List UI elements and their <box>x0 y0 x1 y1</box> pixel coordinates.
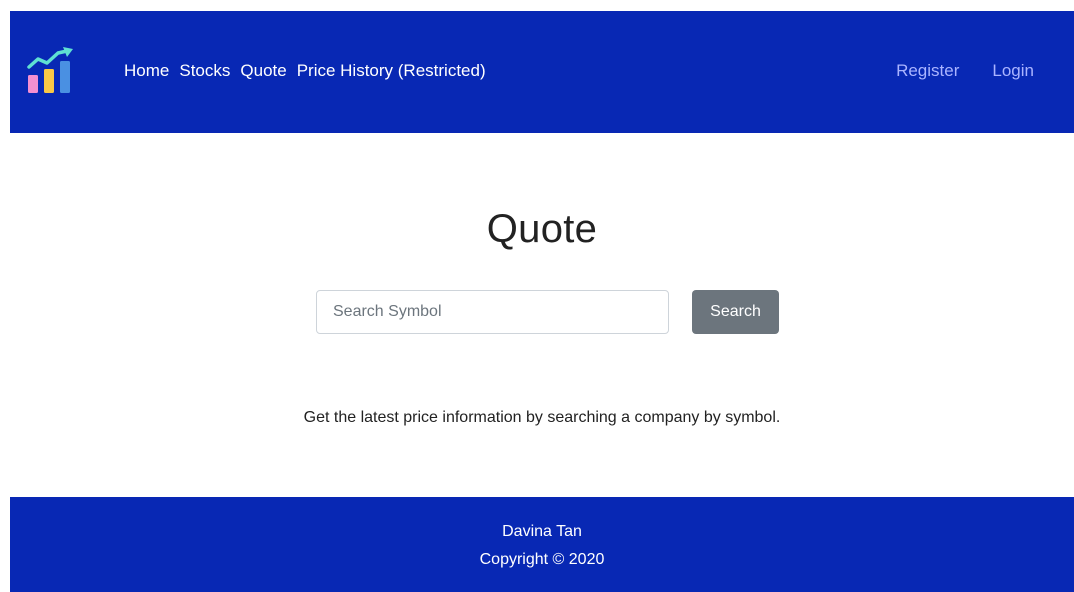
page: Home Stocks Quote Price History (Restric… <box>0 0 1074 592</box>
nav-link-home[interactable]: Home <box>124 61 169 81</box>
search-button[interactable]: Search <box>692 290 779 334</box>
nav-link-login[interactable]: Login <box>992 61 1034 81</box>
footer: Davina Tan Copyright © 2020 <box>10 497 1074 592</box>
nav-link-quote[interactable]: Quote <box>240 61 286 81</box>
nav-link-price-history[interactable]: Price History (Restricted) <box>297 61 486 81</box>
navbar: Home Stocks Quote Price History (Restric… <box>10 11 1074 133</box>
main-content: Quote Search Get the latest price inform… <box>10 133 1074 497</box>
nav-auth-links: Register Login <box>896 61 1034 81</box>
footer-author-name: Davina Tan <box>502 523 582 540</box>
search-symbol-input[interactable] <box>316 290 669 334</box>
page-title: Quote <box>486 207 598 251</box>
nav-link-register[interactable]: Register <box>896 61 959 81</box>
nav-link-stocks[interactable]: Stocks <box>179 61 230 81</box>
footer-copyright: Copyright © 2020 <box>479 551 605 568</box>
info-text: Get the latest price information by sear… <box>303 409 781 426</box>
rising-bar-chart-icon[interactable] <box>27 47 75 95</box>
nav-main-links: Home Stocks Quote Price History (Restric… <box>124 61 486 81</box>
